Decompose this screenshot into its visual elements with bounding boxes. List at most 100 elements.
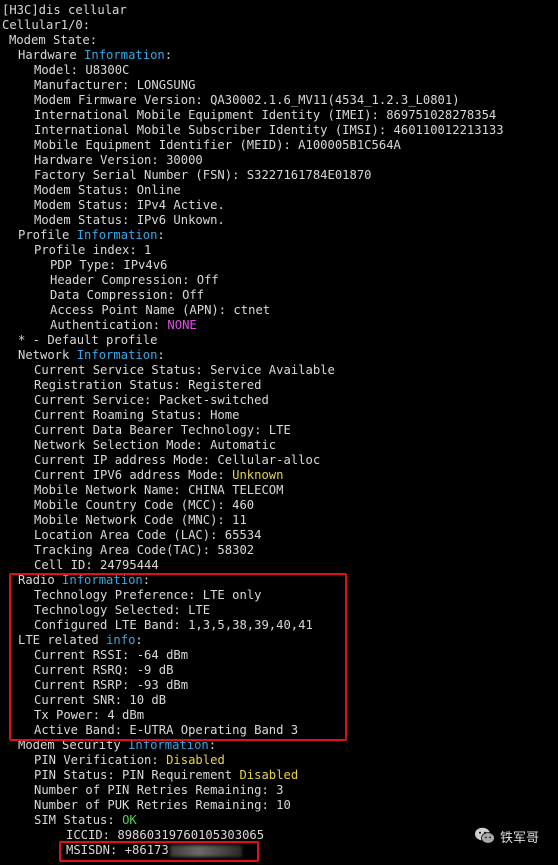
line-text: : [164,48,173,62]
watermark-text: 铁军哥 [500,830,540,846]
line-text: Number of PUK Retries Remaining: 10 [34,798,291,812]
terminal-line: Profile Information: [0,228,558,243]
line-text: Hardware [18,48,85,62]
line-text: Current Service Status: Service Availabl… [34,363,335,377]
line-text: Current RSRP: -93 dBm [34,678,189,692]
line-text: ICCID: 89860319760105303065 [66,828,265,842]
terminal-line: Current RSRQ: -9 dB [0,663,558,678]
redacted-number [169,844,242,857]
terminal-line: International Mobile Subscriber Identity… [0,123,558,138]
terminal-line: Tracking Area Code(TAC): 58302 [0,543,558,558]
line-text: Modem Security [18,738,129,752]
terminal-line: Current Service: Packet-switched [0,393,558,408]
terminal-line: PIN Status: PIN Requirement Disabled [0,768,558,783]
terminal-line: PDP Type: IPv4v6 [0,258,558,273]
line-text: Technology Selected: LTE [34,603,211,617]
line-text: LTE related [18,633,107,647]
line-text: International Mobile Subscriber Identity… [34,123,504,137]
terminal-line: Number of PIN Retries Remaining: 3 [0,783,558,798]
line-text: : [157,348,165,362]
highlighted-keyword: Disabled [239,768,299,782]
highlighted-keyword: Unknown [232,468,284,482]
highlighted-keyword: info [106,633,136,647]
watermark: 铁军哥 [474,824,539,848]
line-text: Modem Firmware Version: QA30002.1.6_MV11… [34,93,460,107]
terminal-line: Number of PUK Retries Remaining: 10 [0,798,558,813]
highlighted-keyword: Disabled [166,753,225,767]
line-text: Factory Serial Number (FSN): S3227161784… [34,168,372,182]
line-text: Modem Status: IPv4 Active. [34,198,225,212]
terminal-line: Header Compression: Off [0,273,558,288]
line-text: Current IP address Mode: Cellular-alloc [34,453,321,467]
terminal-line: Location Area Code (LAC): 65534 [0,528,558,543]
terminal-line: Modem Status: IPv6 Unkown. [0,213,558,228]
line-text: Hardware Version: 30000 [34,153,203,167]
terminal-line: Hardware Information: [0,48,558,63]
terminal-line: Access Point Name (APN): ctnet [0,303,558,318]
highlighted-keyword: OK [122,813,137,827]
line-text: Profile [18,228,77,242]
highlighted-keyword: NONE [167,318,197,332]
line-text: Mobile Network Code (MNC): 11 [34,513,247,527]
terminal-line: Network Information: [0,348,558,363]
line-text: Modem Status: IPv6 Unkown. [34,213,225,227]
line-text: Technology Preference: LTE only [34,588,262,602]
terminal-line: * - Default profile [0,333,558,348]
line-text: Modem State: [9,33,98,47]
terminal-line: Current Roaming Status: Home [0,408,558,423]
terminal-line: Mobile Network Name: CHINA TELECOM [0,483,558,498]
line-text: PDP Type: IPv4v6 [50,258,168,272]
line-text: Current Service: Packet-switched [34,393,269,407]
terminal-line: Active Band: E-UTRA Operating Band 3 [0,723,558,738]
terminal-line: Modem Status: IPv4 Active. [0,198,558,213]
terminal-line: Technology Preference: LTE only [0,588,558,603]
line-text: Data Compression: Off [50,288,205,302]
line-text: Model: U8300C [34,63,130,77]
line-text: Modem Status: Online [34,183,181,197]
terminal-line: [H3C]dis cellular [0,3,558,18]
line-text: Mobile Country Code (MCC): 460 [34,498,255,512]
line-text: Registration Status: Registered [34,378,262,392]
line-text: Access Point Name (APN): ctnet [50,303,271,317]
line-text: Cellular1/0: [2,18,91,32]
terminal-line: Manufacturer: LONGSUNG [0,78,558,93]
line-text: * - Default profile [18,333,158,347]
line-text: Tracking Area Code(TAC): 58302 [34,543,255,557]
highlighted-keyword: Information [76,228,158,242]
line-text: Number of PIN Retries Remaining: 3 [34,783,284,797]
line-text: Header Compression: Off [50,273,219,287]
terminal-line: Modem Firmware Version: QA30002.1.6_MV11… [0,93,558,108]
line-text: Radio [18,573,63,587]
line-text: [H3C]dis cellular [2,3,127,17]
terminal-line: Current Data Bearer Technology: LTE [0,423,558,438]
line-text: Current RSRQ: -9 dB [34,663,174,677]
terminal-line: Profile index: 1 [0,243,558,258]
highlighted-keyword: Information [84,48,165,62]
terminal-line: Modem State: [0,33,558,48]
terminal-line: Cell ID: 24795444 [0,558,558,573]
line-text: Tx Power: 4 dBm [34,708,145,722]
line-text: : [135,633,143,647]
terminal-output[interactable]: [H3C]dis cellular Cellular1/0: Modem State… [0,0,558,865]
terminal-line: LTE related info: [0,633,558,648]
line-text: PIN Verification: [34,753,167,767]
wechat-icon [474,826,496,846]
highlighted-keyword: Information [62,573,143,587]
terminal-line: Current RSRP: -93 dBm [0,678,558,693]
line-text: Network [18,348,77,362]
line-text: Active Band: E-UTRA Operating Band 3 [34,723,299,737]
terminal-line: Modem Security Information: [0,738,558,753]
line-text: Current RSSI: -64 dBm [34,648,189,662]
line-text: : [157,228,165,242]
line-text: Current Data Bearer Technology: LTE [34,423,291,437]
line-text: Profile index: 1 [34,243,152,257]
terminal-line: Data Compression: Off [0,288,558,303]
terminal-line: Current IP address Mode: Cellular-alloc [0,453,558,468]
terminal-line: Tx Power: 4 dBm [0,708,558,723]
terminal-line: Current SNR: 10 dB [0,693,558,708]
terminal-line: Modem Status: Online [0,183,558,198]
line-text: Mobile Equipment Identifier (MEID): A100… [34,138,401,152]
terminal-line: Radio Information: [0,573,558,588]
line-text: Manufacturer: LONGSUNG [34,78,196,92]
highlighted-keyword: Information [128,738,209,752]
